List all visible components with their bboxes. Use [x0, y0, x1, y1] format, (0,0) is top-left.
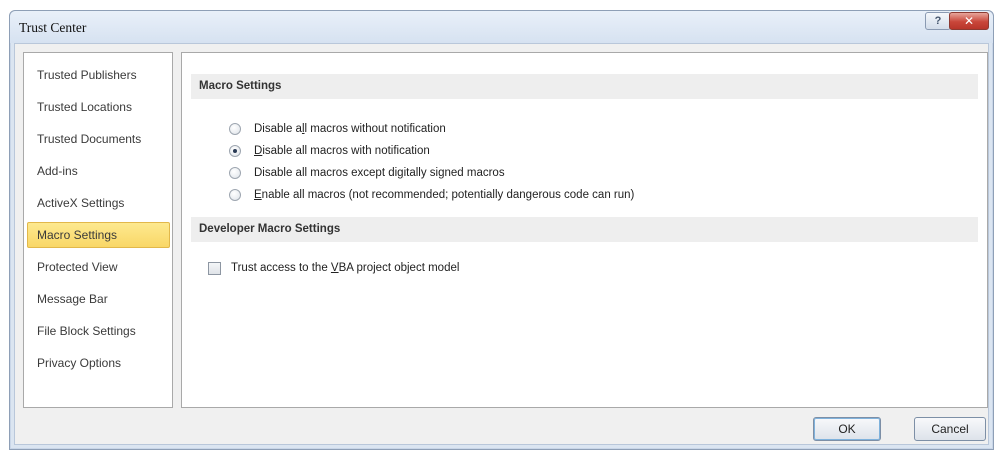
title-bar[interactable]: Trust Center ? ✕	[10, 11, 993, 43]
sidebar-item-macro-settings[interactable]: Macro Settings	[27, 222, 170, 248]
window-title: Trust Center	[19, 20, 87, 35]
option-label: Enable all macros (not recommended; pote…	[254, 189, 635, 201]
sidebar-item-privacy-options[interactable]: Privacy Options	[27, 350, 170, 376]
option-disable-except-signed[interactable]: Disable all macros except digitally sign…	[229, 164, 505, 182]
sidebar-item-protected-view[interactable]: Protected View	[27, 254, 170, 280]
sidebar-item-trusted-locations[interactable]: Trusted Locations	[27, 94, 170, 120]
sidebar-item-trusted-documents[interactable]: Trusted Documents	[27, 126, 170, 152]
dialog-client-area: Trusted Publishers Trusted Locations Tru…	[14, 43, 989, 445]
cancel-button[interactable]: Cancel	[914, 417, 986, 441]
option-trust-vba-access[interactable]: Trust access to the VBA project object m…	[208, 259, 459, 277]
option-enable-all-macros[interactable]: Enable all macros (not recommended; pote…	[229, 186, 634, 204]
option-label: Disable all macros without notification	[254, 123, 446, 135]
option-label: Trust access to the VBA project object m…	[231, 262, 460, 274]
option-label: Disable all macros except digitally sign…	[254, 167, 505, 179]
sidebar-nav: Trusted Publishers Trusted Locations Tru…	[23, 52, 173, 408]
trust-center-dialog: Trust Center ? ✕ Trusted Publishers Trus…	[9, 10, 994, 450]
radio-disable-with-notification[interactable]	[229, 145, 241, 157]
help-button[interactable]: ?	[925, 12, 951, 30]
close-button[interactable]: ✕	[949, 12, 989, 30]
sidebar-item-add-ins[interactable]: Add-ins	[27, 158, 170, 184]
option-disable-with-notification[interactable]: Disable all macros with notification	[229, 142, 430, 160]
radio-enable-all-macros[interactable]	[229, 189, 241, 201]
checkbox-trust-vba-access[interactable]	[208, 261, 221, 275]
sidebar-item-activex-settings[interactable]: ActiveX Settings	[27, 190, 170, 216]
developer-macro-settings-header: Developer Macro Settings	[191, 217, 978, 242]
ok-button[interactable]: OK	[813, 417, 881, 441]
close-icon: ✕	[963, 14, 975, 28]
sidebar-item-file-block-settings[interactable]: File Block Settings	[27, 318, 170, 344]
sidebar-item-message-bar[interactable]: Message Bar	[27, 286, 170, 312]
option-disable-without-notification[interactable]: Disable all macros without notification	[229, 120, 446, 138]
radio-disable-without-notification[interactable]	[229, 123, 241, 135]
macro-settings-header: Macro Settings	[191, 74, 978, 99]
help-icon: ?	[934, 15, 942, 27]
settings-panel: Macro Settings Disable all macros withou…	[181, 52, 988, 408]
sidebar-item-trusted-publishers[interactable]: Trusted Publishers	[27, 62, 170, 88]
option-label: Disable all macros with notification	[254, 145, 430, 157]
radio-disable-except-signed[interactable]	[229, 167, 241, 179]
